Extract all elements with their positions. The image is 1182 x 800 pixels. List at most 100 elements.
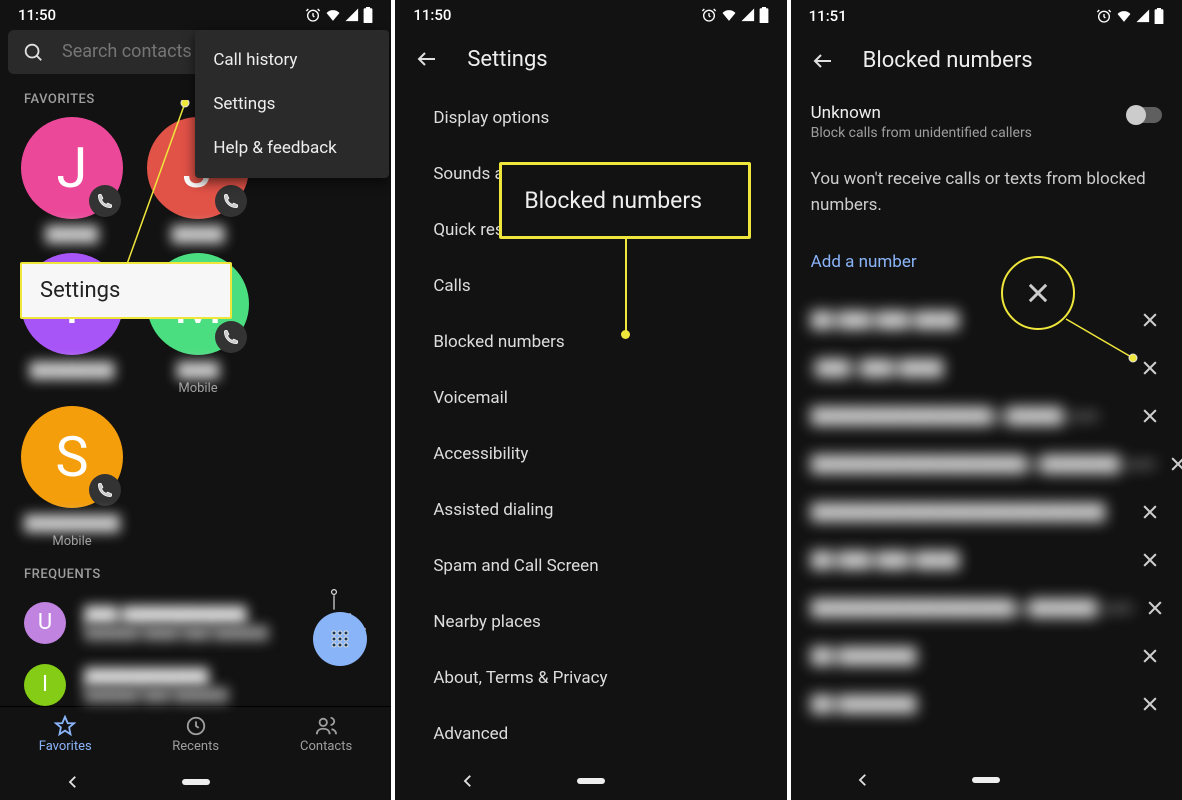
callout-connector (625, 232, 627, 334)
nav-contacts[interactable]: Contacts (261, 707, 391, 763)
phone-contacts-screen: 11:50 Call history Settings Help & feedb… (0, 0, 391, 800)
signal-icon (741, 8, 755, 22)
favorites-grid: J █████ J █████ Y ████████ M ████ Mobile… (0, 117, 391, 549)
phone-icon (97, 482, 113, 498)
alarm-icon (305, 7, 321, 23)
menu-settings[interactable]: Settings (195, 82, 389, 126)
blocked-value: ██ ███-███-████ (811, 550, 1126, 570)
close-icon (1140, 646, 1160, 666)
home-pill[interactable] (182, 779, 210, 785)
page-title: Blocked numbers (863, 48, 1033, 73)
blocked-row: ██ ███████ (791, 632, 1182, 680)
battery-icon (363, 7, 373, 23)
close-icon (1140, 550, 1160, 570)
status-time: 11:51 (809, 7, 847, 25)
unknown-switch[interactable] (1128, 107, 1162, 123)
settings-advanced[interactable]: Advanced (395, 706, 786, 762)
menu-help-feedback[interactable]: Help & feedback (195, 126, 389, 170)
settings-about-terms[interactable]: About, Terms & Privacy (395, 650, 786, 706)
blocked-row: ██ ███-███-████ (791, 536, 1182, 584)
app-header: Blocked numbers (791, 32, 1182, 91)
phone-blocked-numbers-screen: 11:51 Blocked numbers Unknown Block call… (791, 0, 1182, 800)
close-icon (1140, 502, 1160, 522)
status-time: 11:50 (413, 6, 451, 24)
system-nav (0, 763, 391, 800)
avatar: I (24, 664, 66, 706)
status-icons (701, 7, 769, 23)
avatar: U (24, 602, 66, 644)
wifi-icon (721, 7, 737, 23)
call-badge[interactable] (89, 185, 121, 217)
callout-blocked-numbers: Blocked numbers (499, 162, 751, 239)
back-icon[interactable] (64, 773, 82, 791)
status-bar: 11:50 (0, 0, 391, 30)
back-arrow-icon[interactable] (811, 49, 835, 73)
nav-recents[interactable]: Recents (130, 707, 260, 763)
settings-accessibility[interactable]: Accessibility (395, 426, 786, 482)
remove-blocked-button[interactable] (1138, 404, 1162, 428)
settings-blocked-numbers[interactable]: Blocked numbers (395, 314, 786, 370)
home-pill[interactable] (972, 777, 1000, 783)
blocked-value: ██████████████████████████ (811, 502, 1126, 522)
call-badge[interactable] (215, 185, 247, 217)
page-title: Settings (467, 47, 547, 72)
call-badge[interactable] (215, 321, 247, 353)
phone-settings-screen: 11:50 Settings Display options Sounds an… (395, 0, 786, 800)
close-icon (1168, 454, 1182, 474)
remove-blocked-button[interactable] (1138, 500, 1162, 524)
favorite-contact[interactable]: J █████ (12, 117, 132, 243)
callout-connector (1063, 316, 1143, 366)
close-icon (1024, 279, 1052, 307)
blocked-row: ██████████████████████████ (791, 488, 1182, 536)
menu-call-history[interactable]: Call history (195, 38, 389, 82)
status-bar: 11:51 (791, 0, 1182, 32)
status-time: 11:50 (18, 6, 56, 24)
people-icon (315, 715, 337, 737)
dialpad-fab[interactable] (313, 612, 367, 666)
settings-calls[interactable]: Calls (395, 258, 786, 314)
frequent-detail: ██████ ███ ██████ (84, 687, 367, 703)
dialpad-icon (328, 627, 352, 651)
add-number-link[interactable]: Add a number (791, 232, 1182, 296)
location-marker-icon (330, 588, 338, 612)
callout-x-circle (1001, 256, 1075, 330)
call-badge[interactable] (89, 474, 121, 506)
blocked-row: ██████████████████@██████.com (791, 584, 1182, 632)
settings-nearby-places[interactable]: Nearby places (395, 594, 786, 650)
unknown-subtitle: Block calls from unidentified callers (811, 125, 1114, 141)
unknown-toggle-row[interactable]: Unknown Block calls from unidentified ca… (791, 91, 1182, 153)
blocked-value: ██ ███████ (811, 646, 1126, 666)
phone-icon (97, 193, 113, 209)
remove-blocked-button[interactable] (1138, 548, 1162, 572)
back-icon[interactable] (459, 772, 477, 790)
settings-spam-callscreen[interactable]: Spam and Call Screen (395, 538, 786, 594)
home-pill[interactable] (577, 778, 605, 784)
remove-blocked-button[interactable] (1138, 644, 1162, 668)
back-icon[interactable] (854, 771, 872, 789)
app-header: Settings (395, 31, 786, 90)
blocked-row: ████████████████@█████.com (791, 392, 1182, 440)
blocked-row: ██ ███████ (791, 680, 1182, 728)
remove-blocked-button[interactable] (1138, 692, 1162, 716)
star-icon (54, 715, 76, 737)
search-icon (22, 41, 44, 63)
close-icon (1140, 694, 1160, 714)
favorite-name: █████ (45, 225, 98, 243)
status-icons (1096, 8, 1164, 24)
close-icon (1145, 598, 1165, 618)
nav-favorites[interactable]: Favorites (0, 707, 130, 763)
blocked-value: ███████████████████@███████.com (811, 454, 1156, 474)
favorite-contact[interactable]: S █████████ Mobile (12, 406, 132, 549)
settings-voicemail[interactable]: Voicemail (395, 370, 786, 426)
favorite-type: Mobile (178, 381, 217, 396)
blocked-value: ██ ███████ (811, 694, 1126, 714)
remove-blocked-button[interactable] (1145, 596, 1165, 620)
settings-display-options[interactable]: Display options (395, 90, 786, 146)
remove-blocked-button[interactable] (1168, 452, 1182, 476)
settings-assisted-dialing[interactable]: Assisted dialing (395, 482, 786, 538)
close-icon (1140, 310, 1160, 330)
avatar: S (21, 406, 123, 508)
alarm-icon (701, 7, 717, 23)
back-arrow-icon[interactable] (415, 47, 439, 71)
avatar: J (21, 117, 123, 219)
